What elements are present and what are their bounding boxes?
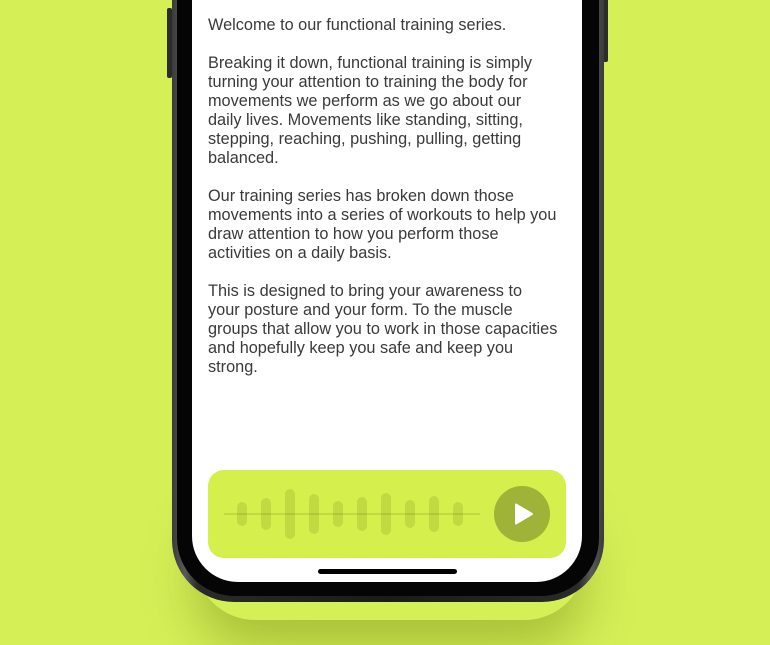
- waveform-bar: [429, 496, 439, 532]
- waveform-bar: [381, 492, 391, 536]
- phone-screen: Welcome to our functional training serie…: [192, 0, 582, 582]
- waveform-bar: [453, 501, 463, 527]
- article-paragraph: Breaking it down, functional training is…: [208, 54, 532, 167]
- article-text: Welcome to our functional training serie…: [208, 16, 558, 396]
- play-icon: [515, 503, 533, 525]
- waveform-bar: [333, 500, 343, 528]
- waveform-bar: [261, 498, 271, 530]
- waveform-bar: [357, 497, 367, 531]
- waveform-bar: [309, 494, 319, 534]
- waveform-bar: [405, 499, 415, 529]
- article-paragraph: This is designed to bring your awareness…: [208, 282, 558, 376]
- audio-waveform[interactable]: [224, 470, 480, 558]
- home-indicator[interactable]: [318, 569, 457, 574]
- audio-player: [208, 470, 566, 558]
- article-paragraph: Welcome to our functional training serie…: [208, 16, 507, 34]
- article-paragraph: Our training series has broken down thos…: [208, 187, 557, 262]
- waveform-bar: [237, 501, 247, 527]
- waveform-bar: [285, 489, 295, 539]
- play-button[interactable]: [494, 486, 550, 542]
